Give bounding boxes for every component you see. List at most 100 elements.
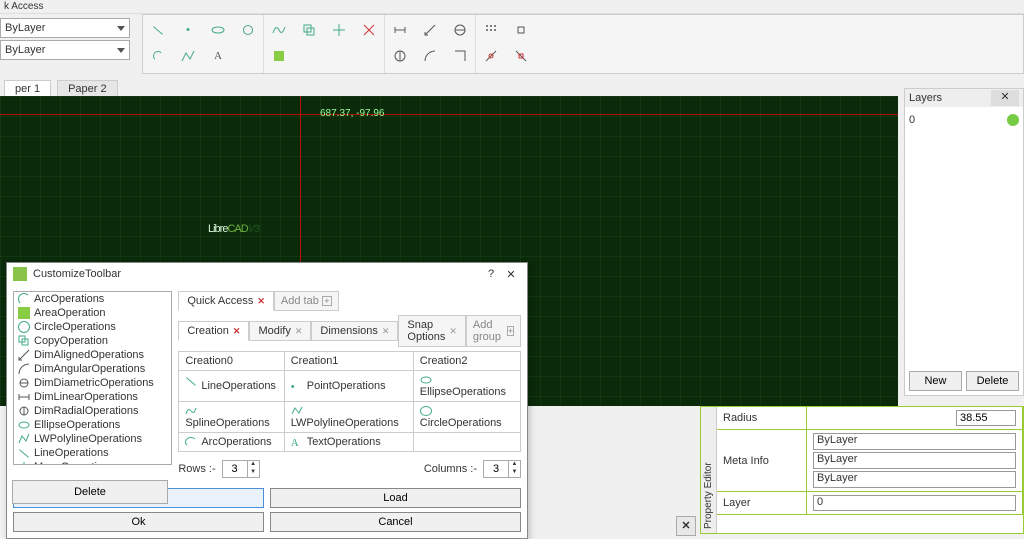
cols-down[interactable]: ▼ [508, 469, 520, 477]
tab-creation[interactable]: Creation✕ [178, 321, 249, 341]
list-item[interactable]: MoveOperation [14, 460, 171, 465]
list-item[interactable]: DimDiametricOperations [14, 376, 171, 390]
tab-paper-2[interactable]: Paper 2 [57, 80, 118, 97]
list-item[interactable]: ArcOperations [14, 292, 171, 306]
list-item-label: LWPolylineOperations [34, 433, 142, 445]
tool-text-icon[interactable] [207, 45, 229, 67]
tab-close-icon[interactable]: ✕ [449, 326, 457, 337]
layers-close-icon[interactable]: ✕ [991, 90, 1019, 106]
grid-cell[interactable]: CircleOperations [413, 402, 520, 433]
tool-line-icon[interactable] [147, 19, 169, 41]
rows-up[interactable]: ▲ [247, 461, 259, 469]
dialog-help-button[interactable]: ? [481, 268, 501, 280]
tool-snap-grid-icon[interactable] [480, 19, 502, 41]
tab-label: Quick Access [187, 295, 253, 307]
tab-snap-options[interactable]: Snap Options✕ [398, 315, 465, 347]
list-item[interactable]: LWPolylineOperations [14, 432, 171, 446]
load-button[interactable]: Load [270, 488, 521, 508]
grid-cell[interactable]: EllipseOperations [413, 371, 520, 402]
list-item[interactable]: AreaOperation [14, 306, 171, 320]
operations-list[interactable]: ArcOperations AreaOperation CircleOperat… [13, 291, 172, 465]
list-item[interactable]: DimAlignedOperations [14, 348, 171, 362]
add-tab-button[interactable]: Add tab+ [274, 291, 339, 311]
tab-label: Dimensions [320, 325, 377, 337]
tab-paper-1[interactable]: per 1 [4, 80, 51, 97]
tab-close-icon[interactable]: ✕ [233, 326, 241, 337]
layer-visibility-icon[interactable] [1007, 114, 1019, 126]
grid-cell[interactable]: LineOperations [179, 371, 284, 402]
grid-cell[interactable] [413, 433, 520, 452]
rows-input[interactable] [223, 461, 247, 477]
tab-modify[interactable]: Modify✕ [249, 321, 311, 341]
prop-radius-input[interactable] [956, 410, 1016, 426]
layer-select-1[interactable]: ByLayer [0, 18, 130, 38]
grid-cell-label: TextOperations [307, 436, 381, 448]
columns-spinner[interactable]: ▲▼ [483, 460, 521, 478]
tool-dim2-icon[interactable] [389, 45, 411, 67]
layers-list[interactable]: 0 [905, 107, 1023, 367]
tool-dim5-icon[interactable] [449, 19, 471, 41]
tool-circle-icon[interactable] [237, 19, 259, 41]
tool-snap2-icon[interactable] [510, 19, 532, 41]
list-item[interactable]: CircleOperations [14, 320, 171, 334]
columns-input[interactable] [484, 461, 508, 477]
tool-snap3-icon[interactable] [510, 45, 532, 67]
grid-cell[interactable]: LWPolylineOperations [284, 402, 413, 433]
layers-panel: Layers ✕ 0 New Delete [904, 88, 1024, 396]
grid-cell[interactable]: TextOperations [284, 433, 413, 452]
layer-select-2[interactable]: ByLayer [0, 40, 130, 60]
tool-ellipse-icon[interactable] [207, 19, 229, 41]
tool-arc-icon[interactable] [147, 45, 169, 67]
tool-trim-icon[interactable] [358, 19, 380, 41]
list-item[interactable]: DimRadialOperations [14, 404, 171, 418]
add-group-button[interactable]: Add group+ [466, 315, 521, 347]
rows-down[interactable]: ▼ [247, 469, 259, 477]
grid-cell[interactable]: ArcOperations [179, 433, 284, 452]
tool-copy-icon[interactable] [298, 19, 320, 41]
prop-layer-select[interactable]: 0 [813, 495, 1016, 511]
tab-dimensions[interactable]: Dimensions ✕ [311, 321, 398, 341]
tool-dim4-icon[interactable] [419, 45, 441, 67]
list-item[interactable]: LineOperations [14, 446, 171, 460]
quick-access-label: k Access [4, 1, 43, 12]
tool-area-icon[interactable] [268, 45, 290, 67]
list-item-label: EllipseOperations [34, 419, 120, 431]
prop-meta-1[interactable]: ByLayer [813, 433, 1016, 450]
grid-cell[interactable]: PointOperations [284, 371, 413, 402]
tab-close-icon[interactable]: ✕ [382, 326, 390, 337]
list-item[interactable]: EllipseOperations [14, 418, 171, 432]
panel-close-button[interactable]: ✕ [676, 516, 696, 536]
prop-meta-2[interactable]: ByLayer [813, 452, 1016, 469]
tab-quick-access[interactable]: Quick Access ✕ [178, 291, 274, 311]
grid-cell[interactable]: SplineOperations [179, 402, 284, 433]
rows-spinner[interactable]: ▲▼ [222, 460, 260, 478]
tool-dim3-icon[interactable] [419, 19, 441, 41]
grid-cell-label: LWPolylineOperations [291, 417, 399, 429]
tool-dim1-icon[interactable] [389, 19, 411, 41]
layer-row[interactable]: 0 [909, 111, 1019, 129]
cancel-button[interactable]: Cancel [270, 512, 521, 532]
list-item[interactable]: DimLinearOperations [14, 390, 171, 404]
ok-button[interactable]: Ok [13, 512, 264, 532]
tool-point-icon[interactable] [177, 19, 199, 41]
tool-polyline-icon[interactable] [177, 45, 199, 67]
prop-meta-3[interactable]: ByLayer [813, 471, 1016, 488]
tool-spline-icon[interactable] [268, 19, 290, 41]
list-item-label: MoveOperation [34, 461, 109, 465]
list-item[interactable]: CopyOperation [14, 334, 171, 348]
layer-new-button[interactable]: New [909, 371, 962, 391]
cols-up[interactable]: ▲ [508, 461, 520, 469]
tab-close-icon[interactable]: ✕ [295, 326, 303, 337]
list-item[interactable]: DimAngularOperations [14, 362, 171, 376]
tab-close-icon[interactable]: ✕ [257, 296, 265, 307]
delete-button[interactable]: Delete [12, 480, 168, 504]
document-tabs: per 1 Paper 2 [0, 80, 118, 97]
dialog-close-button[interactable]: ✕ [501, 268, 521, 281]
tool-move-icon[interactable] [328, 19, 350, 41]
tool-dim6-icon[interactable] [449, 45, 471, 67]
add-group-label: Add group [473, 319, 504, 343]
dialog-titlebar[interactable]: CustomizeToolbar ? ✕ [7, 263, 527, 285]
layer-delete-button[interactable]: Delete [966, 371, 1019, 391]
tool-snap1-icon[interactable] [480, 45, 502, 67]
list-item-label: LineOperations [34, 447, 109, 459]
